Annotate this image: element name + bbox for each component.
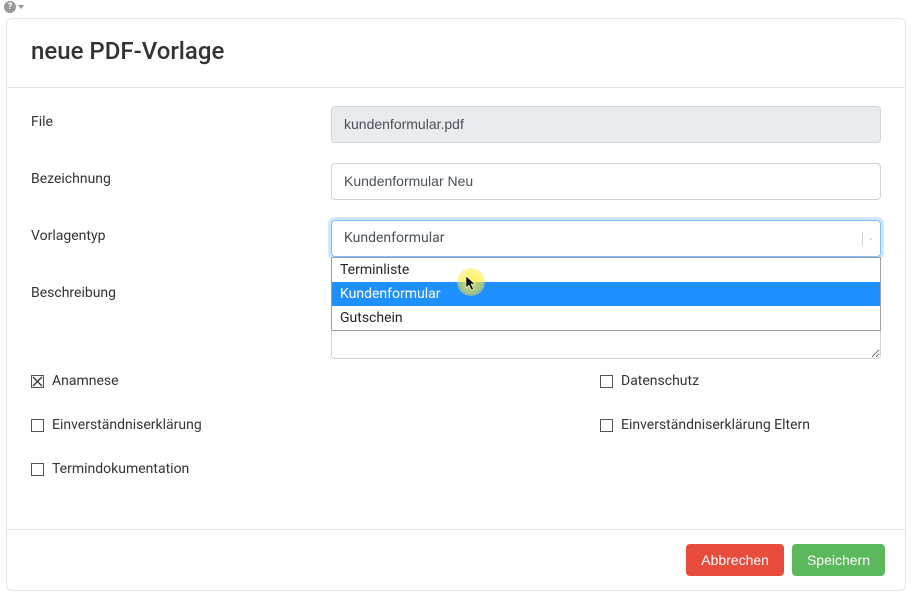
checkbox-label: Termindokumentation bbox=[52, 461, 189, 477]
modal-footer: Abbrechen Speichern bbox=[7, 529, 905, 590]
checkbox-label: Einverständniserklärung Eltern bbox=[621, 417, 810, 433]
modal-body: File Bezeichnung Vorlagentyp Kundenformu… bbox=[7, 88, 905, 529]
help-icon[interactable]: ? bbox=[4, 1, 16, 13]
modal-header: neue PDF-Vorlage bbox=[7, 19, 905, 87]
checkbox-item[interactable]: Einverständniserklärung bbox=[31, 417, 456, 433]
type-select[interactable]: Kundenformular bbox=[331, 220, 881, 257]
cancel-button[interactable]: Abbrechen bbox=[686, 544, 784, 576]
modal-title: neue PDF-Vorlage bbox=[31, 37, 881, 65]
checkbox-box[interactable] bbox=[31, 463, 44, 476]
caret-down-icon[interactable] bbox=[18, 5, 24, 9]
checkbox-item[interactable]: Termindokumentation bbox=[31, 461, 456, 477]
dropdown-option[interactable]: Kundenformular bbox=[332, 282, 880, 306]
checkbox-item[interactable]: Einverständniserklärung Eltern bbox=[456, 417, 881, 433]
checkbox-item[interactable]: Anamnese bbox=[31, 373, 456, 389]
type-select-value: Kundenformular bbox=[344, 228, 444, 249]
type-dropdown: TerminlisteKundenformularGutschein bbox=[331, 257, 881, 331]
label-description: Beschreibung bbox=[31, 277, 331, 301]
dropdown-option[interactable]: Terminliste bbox=[332, 258, 880, 282]
row-file: File bbox=[31, 106, 881, 143]
name-input[interactable] bbox=[331, 163, 881, 200]
checkbox-box[interactable] bbox=[31, 419, 44, 432]
dropdown-option[interactable]: Gutschein bbox=[332, 306, 880, 330]
checkbox-item[interactable]: Datenschutz bbox=[456, 373, 881, 389]
row-type: Vorlagentyp Kundenformular TerminlisteKu… bbox=[31, 220, 881, 257]
file-input[interactable] bbox=[331, 106, 881, 143]
checkbox-box[interactable] bbox=[600, 375, 613, 388]
checkbox-grid: Anamnese Datenschutz Einverständniserkläru… bbox=[31, 373, 881, 505]
checkbox-label: Anamnese bbox=[52, 373, 119, 389]
checkbox-box[interactable] bbox=[31, 375, 44, 388]
checkbox-label: Einverständniserklärung bbox=[52, 417, 202, 433]
label-file: File bbox=[31, 106, 331, 130]
modal-dialog: neue PDF-Vorlage File Bezeichnung Vorlag… bbox=[6, 18, 906, 591]
label-name: Bezeichnung bbox=[31, 163, 331, 187]
checkbox-label: Datenschutz bbox=[621, 373, 699, 389]
label-type: Vorlagentyp bbox=[31, 220, 331, 244]
checkbox-box[interactable] bbox=[600, 419, 613, 432]
chevron-down-icon bbox=[862, 232, 872, 246]
save-button[interactable]: Speichern bbox=[792, 544, 885, 576]
row-name: Bezeichnung bbox=[31, 163, 881, 200]
